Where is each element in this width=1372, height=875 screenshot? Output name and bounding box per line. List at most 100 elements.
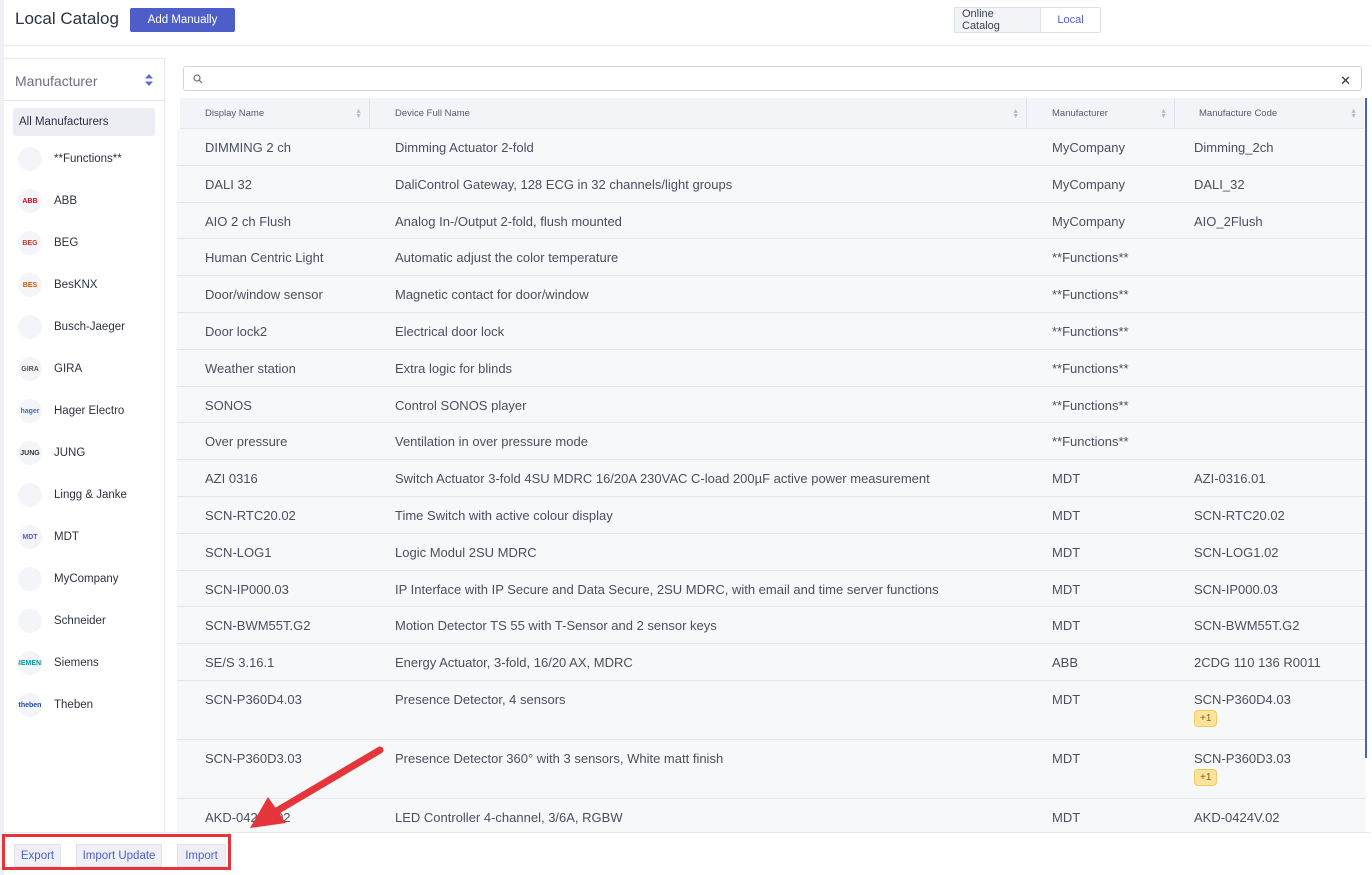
all-manufacturers-item[interactable]: All Manufacturers: [13, 108, 155, 136]
manufacturer-item[interactable]: MDT MDT: [18, 523, 158, 551]
manufacturer-cell: **Functions**: [1024, 313, 1172, 349]
display-name-cell-text: SCN-RTC20.02: [205, 508, 296, 523]
online-catalog-tab[interactable]: Online Catalog: [955, 8, 1041, 32]
manufacturer-cell-text: MDT: [1052, 508, 1081, 523]
manufacture-code-cell: [1172, 387, 1361, 423]
extra-count-badge[interactable]: +1: [1194, 710, 1218, 727]
column-sort-icon: ▲ ▼: [1160, 108, 1167, 120]
display-name-cell: Door/window sensor: [177, 276, 367, 312]
column-device-full-name[interactable]: Device Full Name ▲ ▼: [370, 98, 1027, 128]
table-row[interactable]: AKD-0424V.02 LED Controller 4-channel, 3/…: [177, 799, 1366, 832]
manufacturer-name: MDT: [54, 531, 79, 543]
manufacture-code-cell-text: AIO_2Flush: [1194, 213, 1263, 229]
manufacturer-item[interactable]: MyCompany: [18, 565, 158, 593]
device-full-name-cell-text: Ventilation in over pressure mode: [395, 434, 588, 450]
table-row[interactable]: SCN-IP000.03 IP Interface with IP Secure …: [177, 570, 1366, 608]
table-row[interactable]: Human Centric Light Automatic adjust the …: [177, 239, 1366, 277]
device-full-name-cell: Motion Detector TS 55 with T-Sensor and …: [367, 607, 1024, 643]
manufacture-code-cell-text: DALI_32: [1194, 176, 1245, 192]
column-sort-icon: ▲ ▼: [1350, 108, 1357, 120]
column-sort-icon: ▲ ▼: [1012, 108, 1019, 120]
manufacturer-item[interactable]: Lingg & Janke: [18, 481, 158, 509]
table-row[interactable]: Door lock2 Electrical door lock **Function…: [177, 313, 1366, 350]
device-full-name-cell-text: Analog In-/Output 2-fold, flush mounted: [395, 213, 622, 229]
manufacturer-cell-text: MDT: [1052, 618, 1081, 634]
manufacturer-item[interactable]: BES BesKNX: [18, 271, 158, 299]
manufacturer-item[interactable]: ABB ABB: [18, 187, 158, 215]
local-tab[interactable]: Local: [1041, 8, 1100, 32]
device-full-name-cell-text: Presence Detector, 4 sensors: [395, 692, 566, 707]
table-row[interactable]: SCN-RTC20.02 Time Switch with active colo…: [177, 497, 1366, 534]
manufacturer-cell-text: ABB: [1052, 655, 1079, 671]
device-full-name-cell: Presence Detector 360° with 3 sensors, W…: [367, 740, 1024, 798]
catalog-table: Display Name ▲ ▼ Device Full Name ▲ ▼ Manufa…: [177, 98, 1366, 832]
display-name-cell: SONOS: [177, 387, 367, 423]
table-row[interactable]: Door/window sensor Magnetic contact for d…: [177, 276, 1366, 313]
manufacturer-logo-icon: MDT: [18, 525, 42, 549]
device-full-name-cell: Dimming Actuator 2-fold: [367, 129, 1024, 165]
device-full-name-cell: Switch Actuator 3-fold 4SU MDRC 16/20A 2…: [367, 460, 1024, 496]
device-full-name-cell-text: Energy Actuator, 3-fold, 16/20 AX, MDRC: [395, 655, 633, 671]
table-row[interactable]: DIMMING 2 ch Dimming Actuator 2-fold MyCom…: [177, 129, 1366, 166]
sort-icon[interactable]: [144, 73, 154, 87]
display-name-cell: AZI 0316: [177, 460, 367, 496]
manufacturer-logo-icon: theben: [18, 693, 42, 717]
table-row[interactable]: SCN-BWM55T.G2 Motion Detector TS 55 with …: [177, 607, 1366, 645]
manufacture-code-cell-text: Dimming_2ch: [1194, 140, 1274, 155]
manufacture-code-cell: SCN-P360D4.03 +1: [1172, 681, 1361, 739]
manufacturer-item[interactable]: Schneider: [18, 607, 158, 635]
manufacturer-cell-text: **Functions**: [1052, 324, 1129, 339]
manufacturer-name: Lingg & Janke: [54, 489, 127, 501]
device-full-name-cell-text: Motion Detector TS 55 with T-Sensor and …: [395, 618, 717, 634]
display-name-cell: AIO 2 ch Flush: [177, 203, 367, 239]
manufacture-code-cell: DALI_32: [1172, 166, 1361, 202]
manufacturer-item[interactable]: hager Hager Electro: [18, 397, 158, 425]
device-full-name-cell: Energy Actuator, 3-fold, 16/20 AX, MDRC: [367, 644, 1024, 680]
column-display-name[interactable]: Display Name ▲ ▼: [180, 98, 370, 128]
manufacturer-cell: MyCompany: [1024, 166, 1172, 202]
table-row[interactable]: DALI 32 DaliControl Gateway, 128 ECG in 3…: [177, 165, 1366, 203]
table-row[interactable]: SCN-P360D3.03 Presence Detector 360° with…: [177, 740, 1366, 799]
device-full-name-cell-text: Time Switch with active colour display: [395, 508, 613, 523]
device-full-name-cell-text: Logic Modul 2SU MDRC: [395, 544, 537, 560]
manufacturer-item[interactable]: SIEMENS Siemens: [18, 649, 158, 677]
manufacturer-cell: **Functions**: [1024, 239, 1172, 275]
manufacturer-item[interactable]: JUNG JUNG: [18, 439, 158, 467]
manufacturer-name: BesKNX: [54, 279, 98, 291]
manufacture-code-cell-text: SCN-IP000.03: [1194, 581, 1278, 597]
display-name-cell-text: SCN-LOG1: [205, 544, 272, 560]
manufacturer-cell-text: MyCompany: [1052, 213, 1125, 229]
manufacturer-item[interactable]: GIRA GIRA: [18, 355, 158, 383]
add-manually-button[interactable]: Add Manually: [130, 8, 235, 32]
column-manufacture-code[interactable]: Manufacture Code ▲ ▼: [1175, 98, 1364, 128]
catalog-toggle: Online Catalog Local: [954, 7, 1101, 33]
manufacturer-logo-icon: hager: [18, 399, 42, 423]
search-input[interactable]: ✕: [183, 66, 1362, 91]
table-row[interactable]: SE/S 3.16.1 Energy Actuator, 3-fold, 16/2…: [177, 644, 1366, 681]
table-row[interactable]: Weather station Extra logic for blinds **F…: [177, 349, 1366, 387]
manufacture-code-cell-text: AZI-0316.01: [1194, 471, 1266, 487]
display-name-cell-text: SONOS: [205, 397, 252, 413]
manufacturer-item[interactable]: BEG BEG: [18, 229, 158, 257]
table-row[interactable]: SCN-LOG1 Logic Modul 2SU MDRC MDT SCN-LOG1.…: [177, 533, 1366, 571]
table-row[interactable]: SCN-P360D4.03 Presence Detector, 4 sensor…: [177, 681, 1366, 740]
manufacture-code-cell-text: SCN-P360D4.03: [1194, 692, 1291, 707]
display-name-cell-text: AIO 2 ch Flush: [205, 213, 291, 229]
device-full-name-cell-text: IP Interface with IP Secure and Data Sec…: [395, 581, 939, 597]
device-full-name-cell-text: Dimming Actuator 2-fold: [395, 140, 534, 155]
table-row[interactable]: AZI 0316 Switch Actuator 3-fold 4SU MDRC …: [177, 460, 1366, 497]
manufacturer-cell: MDT: [1024, 681, 1172, 739]
table-row[interactable]: SONOS Control SONOS player **Functions**: [177, 386, 1366, 424]
table-row[interactable]: Over pressure Ventilation in over pressur…: [177, 423, 1366, 461]
manufacturer-cell-text: **Functions**: [1052, 397, 1129, 413]
clear-search-icon[interactable]: ✕: [1340, 73, 1351, 89]
manufacturer-logo-icon: ABB: [18, 189, 42, 213]
device-full-name-cell: Automatic adjust the color temperature: [367, 239, 1024, 275]
manufacturer-item[interactable]: **Functions**: [18, 145, 158, 173]
column-manufacturer[interactable]: Manufacturer ▲ ▼: [1027, 98, 1175, 128]
display-name-cell-text: Door lock2: [205, 324, 268, 339]
table-row[interactable]: AIO 2 ch Flush Analog In-/Output 2-fold, …: [177, 202, 1366, 240]
manufacturer-item[interactable]: theben Theben: [18, 691, 158, 719]
extra-count-badge[interactable]: +1: [1194, 769, 1218, 786]
manufacturer-item[interactable]: Busch-Jaeger: [18, 313, 158, 341]
